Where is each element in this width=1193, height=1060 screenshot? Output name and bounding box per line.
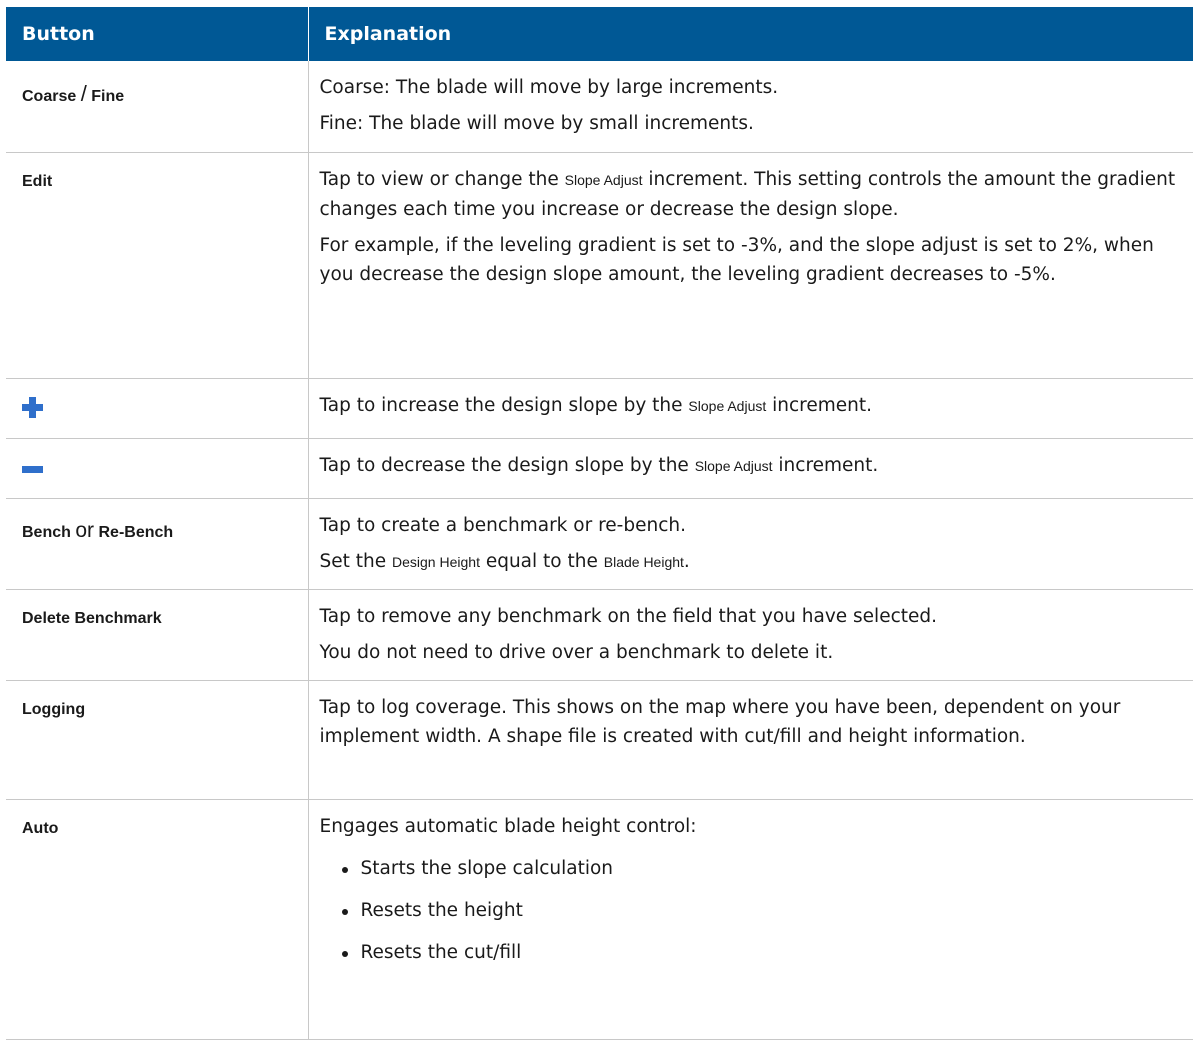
explanation-line: Tap to remove any benchmark on the field… — [319, 605, 938, 627]
explanation-cell: Tap to increase the design slope by the … — [308, 378, 1193, 439]
button-cell: Auto — [6, 799, 309, 1040]
text-run: Tap to view or change the — [319, 168, 565, 190]
button-name-edit: Edit — [22, 172, 53, 190]
table-row: Tap to increase the design slope by the … — [6, 378, 1193, 439]
button-cell: Bench or Re-Bench — [6, 498, 309, 590]
button-cell: Delete Benchmark — [6, 589, 309, 681]
list-item: Resets the cut/fill — [341, 938, 1184, 967]
table-row: Edit Tap to view or change the Slope Adj… — [6, 152, 1193, 379]
explanation-cell: Tap to decrease the design slope by the … — [308, 438, 1193, 499]
button-name-re-bench: Re-Bench — [98, 523, 174, 541]
explanation-cell: Tap to view or change the Slope Adjust i… — [308, 152, 1193, 379]
explanation-line: Coarse: The blade will move by large inc… — [319, 77, 779, 98]
text-run: increment. — [766, 394, 873, 416]
table-row: Coarse / Fine Coarse: The blade will mov… — [6, 61, 1193, 153]
button-name-logging: Logging — [22, 700, 86, 718]
bullet-list: Starts the slope calculation Resets the … — [320, 854, 1184, 967]
button-cell — [6, 378, 309, 439]
text-run: Tap to decrease the design slope by the — [319, 454, 695, 476]
explanation-line: Engages automatic blade height control: — [319, 815, 697, 837]
text-run: equal to the — [479, 550, 604, 572]
explanation-cell: Tap to remove any benchmark on the field… — [308, 589, 1193, 681]
table-row: Logging Tap to log coverage. This shows … — [6, 680, 1193, 800]
table-row: Bench or Re-Bench Tap to create a benchm… — [6, 498, 1193, 590]
button-cell: Edit — [6, 152, 309, 379]
explanation-line: Tap to increase the design slope by the … — [320, 391, 1184, 421]
table-row: Auto Engages automatic blade height cont… — [6, 799, 1193, 1040]
text-run: Tap to increase the design slope by the — [319, 394, 689, 416]
button-name-coarse: Coarse — [22, 88, 77, 105]
explanation-line: Tap to view or change the Slope Adjust i… — [320, 165, 1184, 224]
text-run: increment. — [772, 454, 879, 476]
table-header-row: Button Explanation — [6, 7, 1193, 61]
buttons-table: Button Explanation Coarse / Fine Coarse:… — [6, 7, 1193, 1040]
ui-term-slope-adjust: Slope Adjust — [688, 397, 767, 414]
explanation-line: Tap to create a benchmark or re-bench. — [319, 514, 686, 536]
explanation-cell: Tap to log coverage. This shows on the m… — [308, 680, 1193, 800]
button-cell: Logging — [6, 680, 309, 800]
ui-term-design-height: Design Height — [392, 553, 480, 570]
ui-term-slope-adjust: Slope Adjust — [694, 457, 773, 474]
list-item: Resets the height — [341, 896, 1184, 925]
button-name-fine: Fine — [91, 88, 125, 105]
explanation-line: Tap to log coverage. This shows on the m… — [319, 696, 1121, 747]
explanation-line: Fine: The blade will move by small incre… — [319, 113, 754, 134]
list-item: Starts the slope calculation — [341, 854, 1184, 883]
explanation-cell: Coarse: The blade will move by large inc… — [308, 61, 1193, 153]
button-separator: / — [80, 81, 87, 106]
text-run: . — [683, 550, 690, 572]
table-row: Tap to decrease the design slope by the … — [6, 438, 1193, 499]
table-row: Delete Benchmark Tap to remove any bench… — [6, 589, 1193, 681]
explanation-cell: Engages automatic blade height control: … — [308, 799, 1193, 1040]
header-button: Button — [6, 7, 309, 61]
button-name-delete-benchmark: Delete Benchmark — [22, 609, 162, 627]
button-name-auto: Auto — [22, 819, 59, 837]
plus-icon — [22, 396, 43, 418]
explanation-line: For example, if the leveling gradient is… — [319, 234, 1154, 285]
button-name-bench: Bench — [22, 523, 71, 541]
explanation-line: Tap to decrease the design slope by the … — [320, 451, 1184, 481]
explanation-line: Set the Design Height equal to the Blade… — [320, 547, 1184, 577]
button-separator: or — [75, 518, 95, 542]
explanation-line: You do not need to drive over a benchmar… — [319, 641, 834, 663]
ui-term-blade-height: Blade Height — [603, 553, 684, 570]
text-run: Set the — [319, 550, 393, 572]
explanation-cell: Tap to create a benchmark or re-bench. S… — [308, 498, 1193, 590]
button-cell: Coarse / Fine — [6, 61, 309, 153]
button-cell — [6, 438, 309, 499]
minus-icon — [22, 465, 43, 473]
ui-term-slope-adjust: Slope Adjust — [564, 171, 643, 188]
header-explanation: Explanation — [308, 7, 1193, 61]
